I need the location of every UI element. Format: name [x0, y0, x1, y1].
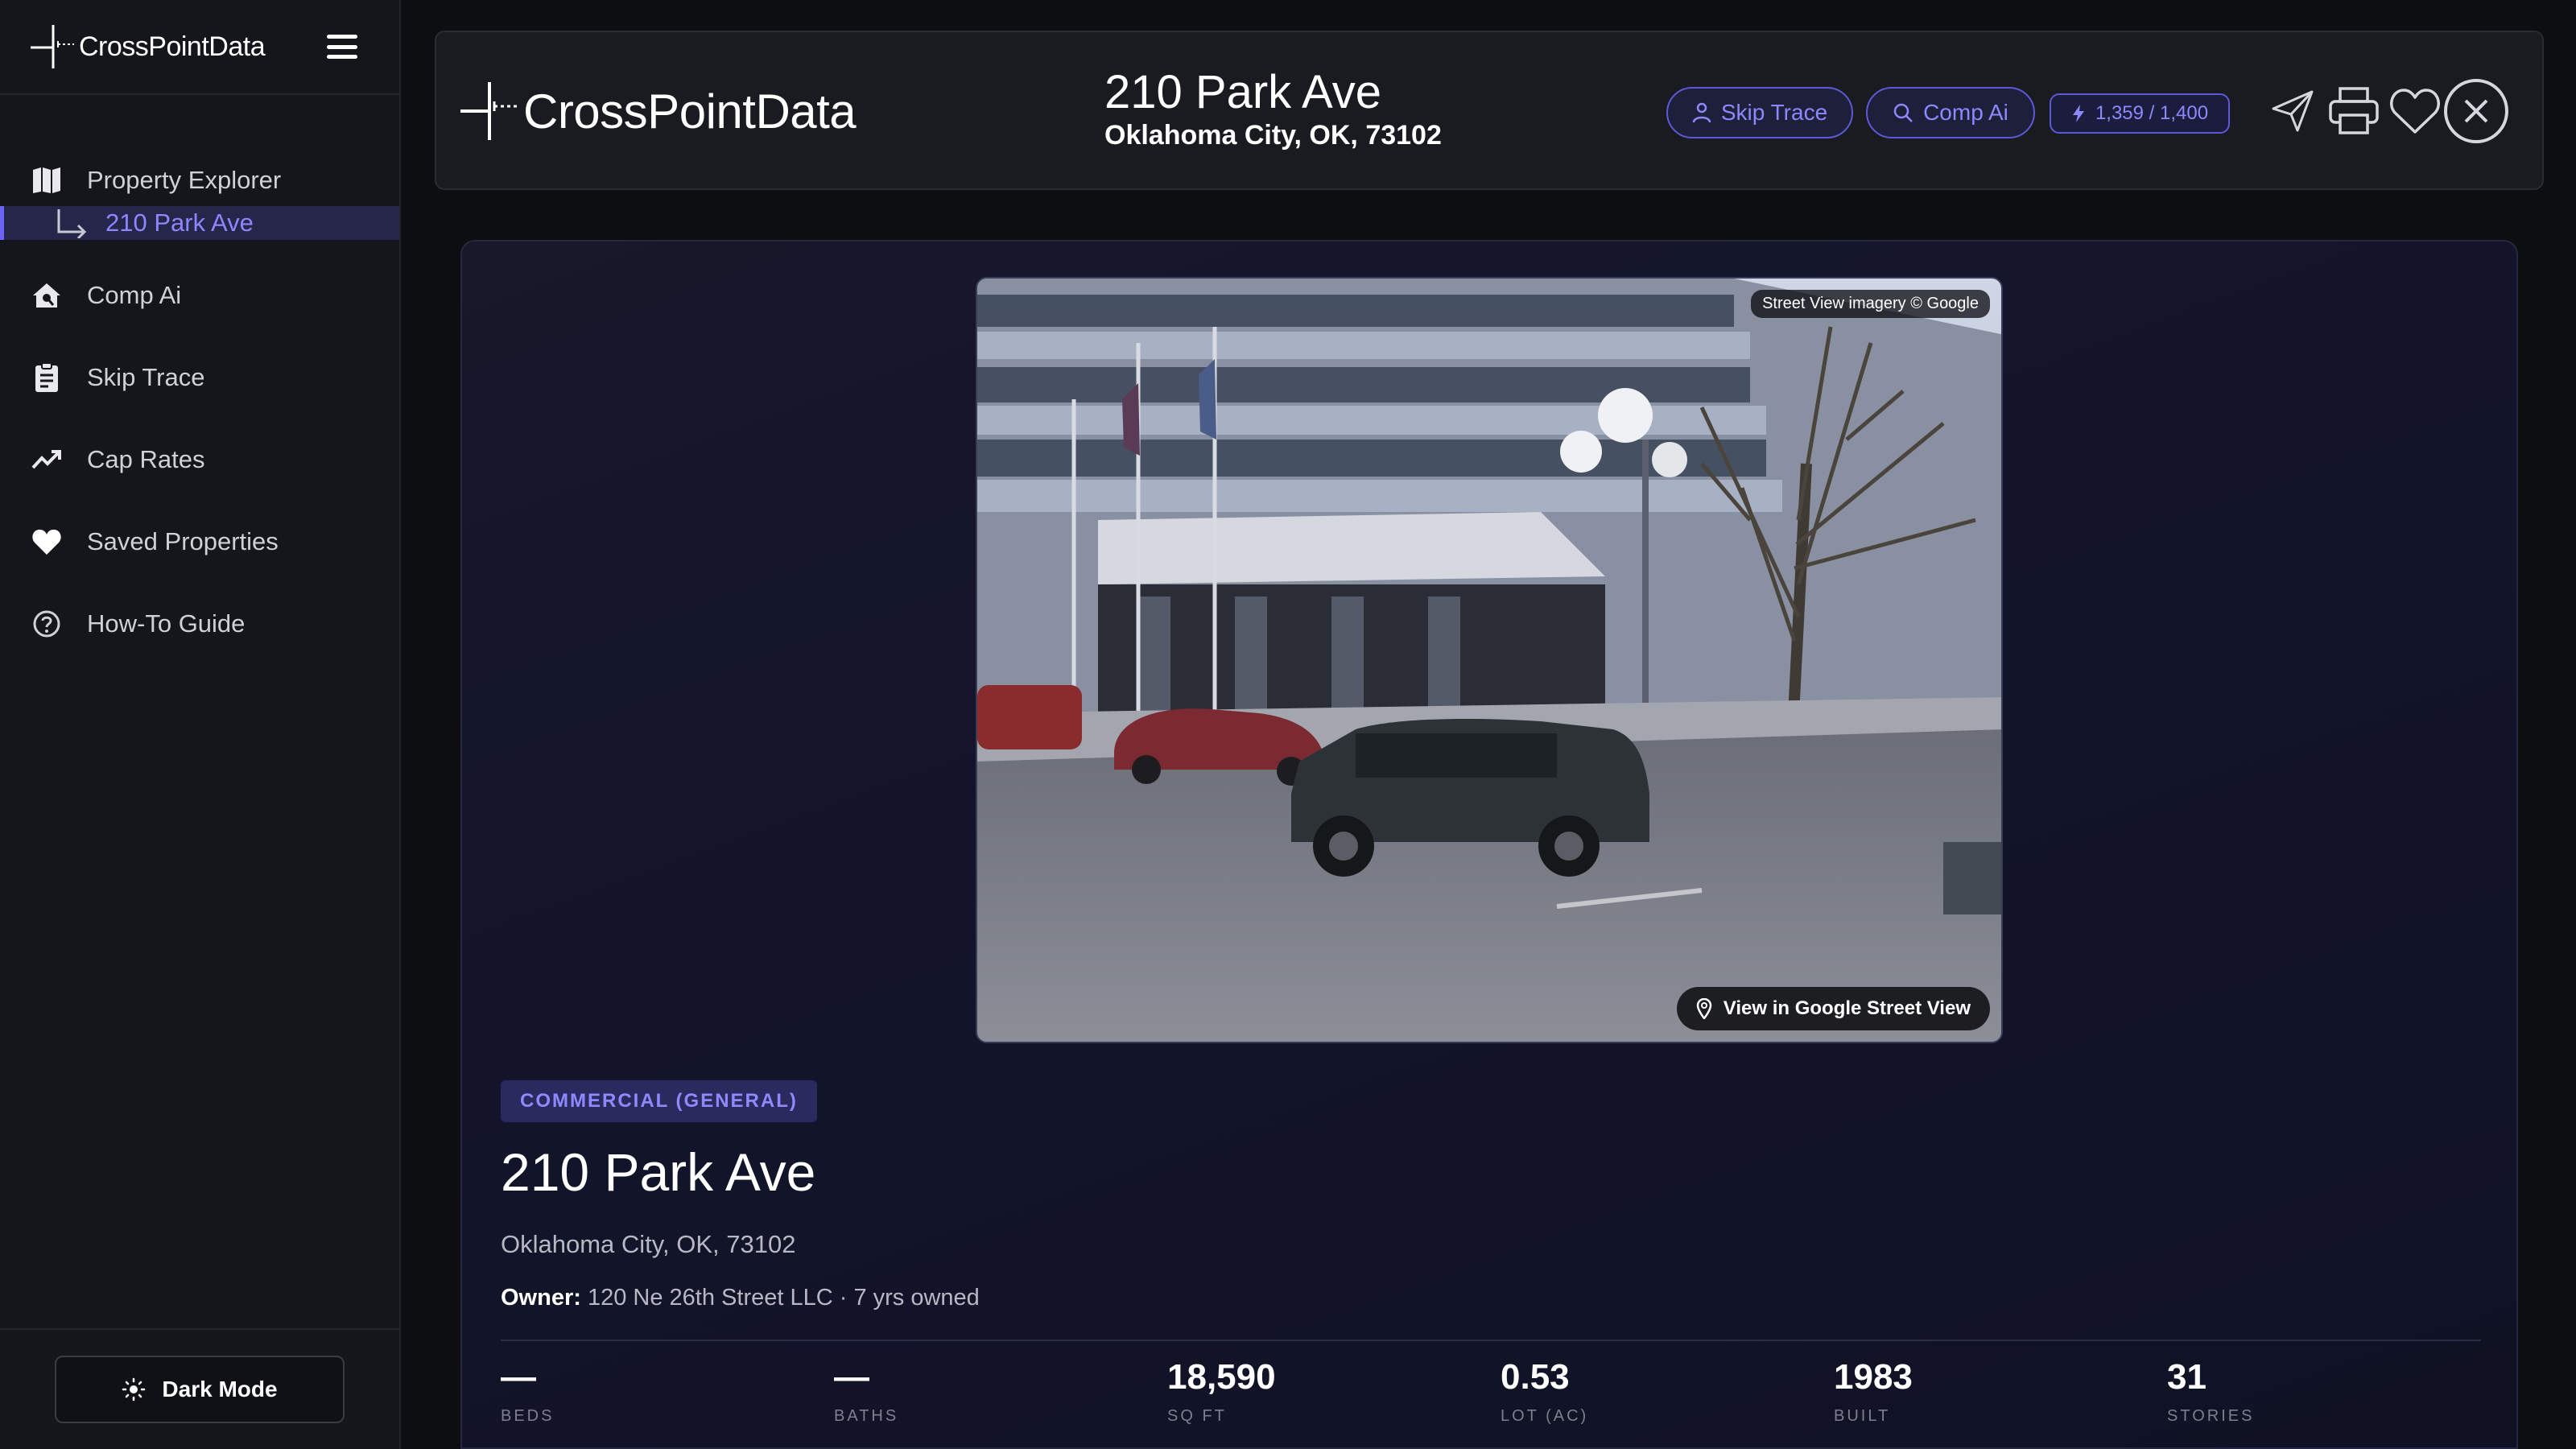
brand-name: CrossPointData — [79, 31, 266, 62]
sidebar-item-label: Skip Trace — [87, 363, 205, 391]
stat-baths: — BATHS — [834, 1356, 1167, 1426]
header-subtitle: Oklahoma City, OK, 73102 — [1104, 120, 1442, 151]
dark-mode-label: Dark Mode — [162, 1377, 278, 1402]
sidebar-item-label: Cap Rates — [87, 445, 205, 473]
help-circle-icon — [31, 608, 63, 640]
map-icon — [31, 164, 63, 196]
stat-stories: 31 STORIES — [2167, 1356, 2500, 1426]
stat-label: SQ FT — [1167, 1407, 1227, 1425]
clipboard-icon — [31, 361, 63, 394]
sidebar-item-skip-trace[interactable]: Skip Trace — [0, 336, 399, 419]
sidebar-footer: Dark Mode — [0, 1328, 399, 1449]
header-brand[interactable]: CrossPointData — [459, 79, 857, 143]
stat-label: BATHS — [834, 1407, 899, 1425]
view-street-view-label: View in Google Street View — [1723, 997, 1971, 1019]
property-card: Street View imagery © Google View in Goo… — [460, 240, 2518, 1449]
brand-name: CrossPointData — [523, 84, 857, 138]
trend-up-icon — [31, 444, 63, 476]
credits-value: 1,359 / 1,400 — [2095, 102, 2209, 124]
share-button[interactable] — [2259, 77, 2326, 145]
printer-icon — [2329, 87, 2379, 134]
sidebar-nav: Property Explorer 210 Park Ave Comp Ai S… — [0, 95, 399, 665]
header-title-block: 210 Park Ave Oklahoma City, OK, 73102 — [1104, 66, 1442, 151]
stat-value: — — [501, 1357, 536, 1397]
photo-credit: Street View imagery © Google — [1751, 290, 1990, 318]
location-pin-icon — [1696, 998, 1712, 1019]
stat-sqft: 18,590 SQ FT — [1167, 1356, 1501, 1426]
stat-value: 31 — [2167, 1357, 2207, 1397]
sidebar-item-label: Property Explorer — [87, 166, 282, 194]
header-title: 210 Park Ave — [1104, 66, 1381, 118]
stat-label: LOT (AC) — [1501, 1407, 1589, 1425]
logo-icon — [31, 25, 74, 68]
sidebar-item-label: Comp Ai — [87, 281, 182, 309]
dark-mode-button[interactable]: Dark Mode — [55, 1356, 345, 1423]
divider — [501, 1340, 2481, 1341]
stat-value: 0.53 — [1501, 1357, 1570, 1397]
sidebar-brand[interactable]: CrossPointData — [29, 23, 266, 70]
comp-ai-button[interactable]: Comp Ai — [1866, 87, 2035, 138]
sidebar-item-property-explorer[interactable]: Property Explorer — [0, 153, 399, 208]
stat-value: 18,590 — [1167, 1357, 1276, 1397]
owner-line: Owner: 120 Ne 26th Street LLC · 7 yrs ow… — [501, 1285, 980, 1311]
property-address: 210 Park Ave — [501, 1142, 816, 1202]
sidebar-item-how-to-guide[interactable]: How-To Guide — [0, 583, 399, 665]
send-icon — [2272, 90, 2314, 132]
property-type-badge: COMMERCIAL (GENERAL) — [501, 1080, 817, 1122]
search-icon — [1893, 103, 1913, 122]
stat-value: 1983 — [1834, 1357, 1913, 1397]
skip-trace-button[interactable]: Skip Trace — [1666, 87, 1853, 138]
close-icon — [2444, 79, 2508, 143]
stat-label: BUILT — [1834, 1407, 1891, 1425]
stat-lot: 0.53 LOT (AC) — [1501, 1356, 1834, 1426]
property-city-line: Oklahoma City, OK, 73102 — [501, 1230, 796, 1258]
owner-label: Owner: — [501, 1285, 581, 1311]
sidebar-item-label: Saved Properties — [87, 527, 279, 555]
sidebar-subitem-current-property[interactable]: 210 Park Ave — [0, 206, 399, 240]
sidebar-item-comp-ai[interactable]: Comp Ai — [0, 254, 399, 336]
close-button[interactable] — [2442, 77, 2510, 145]
user-icon — [1692, 102, 1711, 123]
stat-value: — — [834, 1357, 869, 1397]
home-search-icon — [31, 279, 63, 312]
comp-ai-label: Comp Ai — [1923, 100, 2008, 125]
sidebar-item-saved-properties[interactable]: Saved Properties — [0, 501, 399, 583]
credits-counter: 1,359 / 1,400 — [2050, 93, 2230, 134]
stat-beds: — BEDS — [501, 1356, 834, 1426]
stat-label: BEDS — [501, 1407, 555, 1425]
street-view-image — [977, 279, 2001, 1042]
stat-label: STORIES — [2167, 1407, 2255, 1425]
logo-icon — [460, 82, 517, 140]
property-header: CrossPointData 210 Park Ave Oklahoma Cit… — [435, 31, 2544, 190]
save-property-button[interactable] — [2381, 77, 2449, 145]
print-button[interactable] — [2320, 77, 2388, 145]
heart-outline-icon — [2390, 89, 2440, 134]
sidebar-item-cap-rates[interactable]: Cap Rates — [0, 419, 399, 501]
skip-trace-label: Skip Trace — [1720, 100, 1828, 125]
bolt-icon — [2072, 105, 2084, 122]
heart-icon — [31, 526, 63, 558]
owner-value: 120 Ne 26th Street LLC · 7 yrs owned — [587, 1285, 980, 1311]
sidebar-header: CrossPointData — [0, 0, 399, 95]
street-view-photo[interactable]: Street View imagery © Google View in Goo… — [976, 277, 2003, 1043]
menu-toggle-icon[interactable] — [327, 35, 357, 59]
sidebar: CrossPointData Property Explorer 210 Par… — [0, 0, 401, 1449]
stat-built: 1983 BUILT — [1834, 1356, 2167, 1426]
sidebar-subitem-label: 210 Park Ave — [105, 208, 254, 237]
sun-icon — [122, 1377, 146, 1402]
view-street-view-button[interactable]: View in Google Street View — [1676, 987, 1990, 1030]
sub-arrow-icon — [57, 209, 87, 238]
sidebar-item-label: How-To Guide — [87, 609, 246, 638]
property-stats: — BEDS — BATHS 18,590 SQ FT 0.53 LOT (AC… — [501, 1356, 2500, 1426]
